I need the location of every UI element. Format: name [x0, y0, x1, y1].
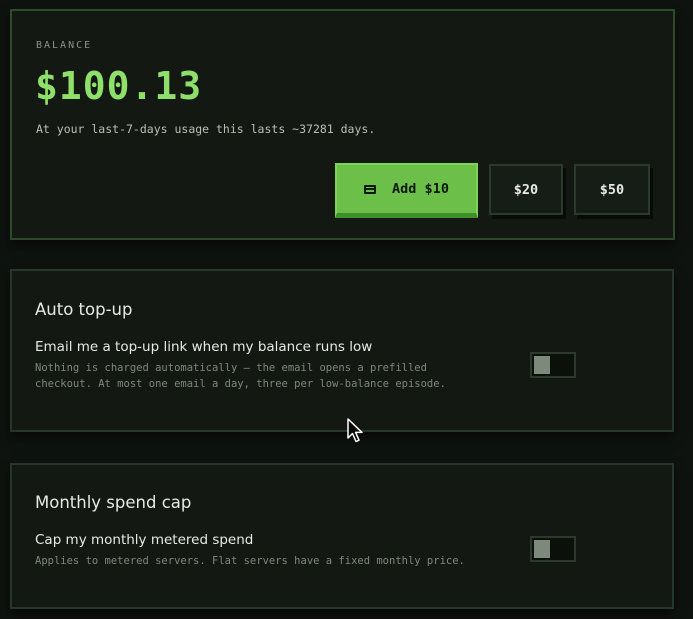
spend-cap-title: Monthly spend cap	[35, 493, 192, 512]
balance-usage-note: At your last-7-days usage this lasts ~37…	[36, 122, 376, 136]
balance-card: BALANCE $100.13 At your last-7-days usag…	[10, 9, 675, 240]
add-50-button[interactable]: $50	[574, 164, 650, 215]
spend-cap-setting-label: Cap my monthly metered spend	[35, 532, 254, 548]
add-50-label: $50	[599, 181, 625, 198]
add-10-label: Add $10	[392, 181, 449, 197]
credit-card-icon	[364, 184, 377, 194]
auto-topup-setting-description: Nothing is charged automatically — the e…	[35, 362, 446, 390]
toggle-knob	[534, 356, 550, 374]
balance-label: BALANCE	[36, 40, 93, 51]
add-20-button[interactable]: $20	[489, 164, 563, 215]
add-20-label: $20	[513, 181, 539, 198]
spend-cap-card: Monthly spend cap Cap my monthly metered…	[10, 463, 674, 609]
auto-topup-card: Auto top-up Email me a top-up link when …	[10, 269, 674, 432]
add-10-button[interactable]: Add $10	[335, 163, 478, 218]
toggle-knob	[534, 540, 550, 558]
spend-cap-setting-description: Applies to metered servers. Flat servers…	[35, 555, 465, 567]
auto-topup-toggle[interactable]	[530, 352, 576, 378]
auto-topup-title: Auto top-up	[35, 300, 133, 319]
balance-amount: $100.13	[35, 64, 203, 108]
auto-topup-setting-label: Email me a top-up link when my balance r…	[35, 339, 373, 355]
spend-cap-toggle[interactable]	[530, 536, 576, 562]
